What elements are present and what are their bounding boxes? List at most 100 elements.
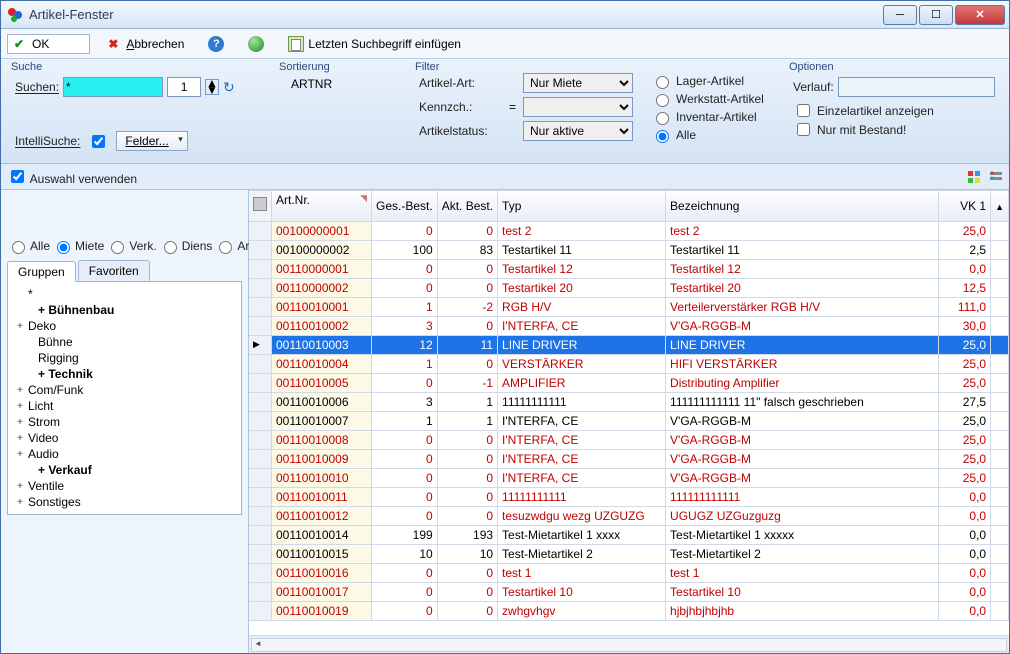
col-bez[interactable]: Bezeichnung [666, 191, 939, 221]
row-selector[interactable] [249, 316, 272, 335]
tree-item[interactable]: +Strom [10, 414, 239, 430]
col-typ[interactable]: Typ [498, 191, 666, 221]
tree[interactable]: *+ Bühnenbau+DekoBühneRigging+ Technik+C… [7, 282, 242, 515]
tree-item[interactable]: +Ventile [10, 478, 239, 494]
col-last[interactable]: ▲ [991, 191, 1009, 221]
tree-item[interactable]: +Licht [10, 398, 239, 414]
table-row[interactable]: 0011001001200tesuzwdgu wezg UZGUZGUGUGZ … [249, 506, 1009, 525]
web-button[interactable] [242, 34, 270, 54]
radio-lager[interactable]: Lager-Artikel [651, 73, 764, 89]
felder-button[interactable]: Felder... [116, 131, 187, 151]
col-akt[interactable]: Akt. Best. [437, 191, 497, 221]
expand-icon[interactable]: + [14, 449, 26, 460]
einzel-checkbox[interactable]: Einzelartikel anzeigen [793, 101, 995, 120]
tree-item[interactable]: +Audio [10, 446, 239, 462]
row-selector[interactable] [249, 392, 272, 411]
row-selector[interactable] [249, 278, 272, 297]
row-selector[interactable] [249, 354, 272, 373]
table-row[interactable]: 0011001000230I'NTERFA, CEV'GA-RGGB-M30,0 [249, 316, 1009, 335]
table-row[interactable]: 0011001001100111111111111111111111110,0 [249, 487, 1009, 506]
auswahl-checkbox[interactable]: Auswahl verwenden [7, 167, 137, 186]
tree-item[interactable]: + Verkauf [10, 462, 239, 478]
table-row[interactable]: 0011001001600test 1test 10,0 [249, 563, 1009, 582]
table-row[interactable]: 0011000000200Testartikel 20Testartikel 2… [249, 278, 1009, 297]
radio-alle[interactable]: Alle [651, 127, 764, 143]
table-row[interactable]: 0011001000711I'NTERFA, CEV'GA-RGGB-M25,0 [249, 411, 1009, 430]
row-selector[interactable] [249, 430, 272, 449]
expand-icon[interactable]: + [14, 385, 26, 396]
bestand-checkbox[interactable]: Nur mit Bestand! [793, 120, 995, 139]
tree-item[interactable]: +Deko [10, 318, 239, 334]
expand-icon[interactable]: + [14, 481, 26, 492]
tool-icon-2[interactable] [989, 170, 1003, 184]
tree-item[interactable]: +Video [10, 430, 239, 446]
help-button[interactable]: ? [202, 34, 230, 54]
row-selector[interactable] [249, 525, 272, 544]
col-vk[interactable]: VK 1 [939, 191, 991, 221]
row-selector[interactable] [249, 240, 272, 259]
table-row[interactable]: 0011001001000I'NTERFA, CEV'GA-RGGB-M25,0 [249, 468, 1009, 487]
scope-verk[interactable]: Verk. [106, 238, 156, 254]
tree-item[interactable]: +Com/Funk [10, 382, 239, 398]
row-selector[interactable] [249, 582, 272, 601]
grid[interactable]: Art.Nr.◥ Ges.-Best. Akt. Best. Typ Bezei… [249, 190, 1009, 635]
tree-item[interactable]: +Sonstiges [10, 494, 239, 510]
cancel-button[interactable]: ✖ Abbrechen [102, 35, 190, 53]
tool-icon-1[interactable] [967, 170, 981, 184]
artikelart-select[interactable]: Nur Miete [523, 73, 633, 93]
expand-icon[interactable]: + [14, 497, 26, 508]
row-selector[interactable] [249, 506, 272, 525]
tab-gruppen[interactable]: Gruppen [7, 261, 76, 282]
table-row[interactable]: 0011001001900zwhgvhgvhjbjhbjhbjhb0,0 [249, 601, 1009, 620]
scope-miete[interactable]: Miete [52, 238, 104, 254]
table-row[interactable]: 00110010014199193Test-Mietartikel 1 xxxx… [249, 525, 1009, 544]
tree-item[interactable]: Rigging [10, 350, 239, 366]
tab-favoriten[interactable]: Favoriten [78, 260, 150, 281]
radio-werkstatt[interactable]: Werkstatt-Artikel [651, 91, 764, 107]
col-artnr[interactable]: Art.Nr.◥ [272, 191, 372, 221]
col-selector[interactable] [249, 191, 272, 221]
expand-icon[interactable]: + [14, 417, 26, 428]
tree-item[interactable]: + Bühnenbau [10, 302, 239, 318]
row-selector[interactable] [249, 563, 272, 582]
row-selector[interactable] [249, 468, 272, 487]
table-row[interactable]: 0011001000800I'NTERFA, CEV'GA-RGGB-M25,0 [249, 430, 1009, 449]
table-row[interactable]: 001100100031211LINE DRIVERLINE DRIVER25,… [249, 335, 1009, 354]
horizontal-scrollbar[interactable] [251, 638, 1007, 652]
radio-inventar[interactable]: Inventar-Artikel [651, 109, 764, 125]
table-row[interactable]: 0011001000900I'NTERFA, CEV'GA-RGGB-M25,0 [249, 449, 1009, 468]
table-row[interactable]: 0011001001700Testartikel 10Testartikel 1… [249, 582, 1009, 601]
row-selector[interactable] [249, 411, 272, 430]
table-row[interactable]: 0010000000100test 2test 225,0 [249, 221, 1009, 240]
search-input[interactable] [63, 77, 163, 97]
expand-icon[interactable]: + [14, 401, 26, 412]
close-button[interactable]: ✕ [955, 5, 1005, 25]
refresh-icon[interactable]: ↻ [223, 79, 239, 95]
row-selector[interactable] [249, 601, 272, 620]
col-ges[interactable]: Ges.-Best. [372, 191, 438, 221]
row-selector[interactable] [249, 259, 272, 278]
intelli-checkbox[interactable] [92, 135, 105, 148]
search-spin[interactable] [167, 77, 201, 97]
expand-icon[interactable]: + [14, 321, 26, 332]
verlauf-input[interactable] [838, 77, 995, 97]
row-selector[interactable] [249, 449, 272, 468]
row-selector[interactable] [249, 487, 272, 506]
table-row[interactable]: 001100100050-1AMPLIFIERDistributing Ampl… [249, 373, 1009, 392]
table-row[interactable]: 001100100063111111111111111111111111 11"… [249, 392, 1009, 411]
row-selector[interactable] [249, 544, 272, 563]
paste-search-button[interactable]: Letzten Suchbegriff einfügen [282, 34, 467, 54]
row-selector[interactable] [249, 297, 272, 316]
table-row[interactable]: 001100100011-2RGB H/VVerteilerverstärker… [249, 297, 1009, 316]
table-row[interactable]: 0010000000210083Testartikel 11Testartike… [249, 240, 1009, 259]
row-selector[interactable] [249, 373, 272, 392]
row-selector[interactable] [249, 221, 272, 240]
maximize-button[interactable]: ☐ [919, 5, 953, 25]
scope-alle[interactable]: Alle [7, 238, 50, 254]
row-selector[interactable] [249, 335, 272, 354]
minimize-button[interactable]: ─ [883, 5, 917, 25]
tree-item[interactable]: * [10, 286, 239, 302]
table-row[interactable]: 001100100151010Test-Mietartikel 2Test-Mi… [249, 544, 1009, 563]
scope-diens[interactable]: Diens [159, 238, 213, 254]
artikelstatus-select[interactable]: Nur aktive [523, 121, 633, 141]
